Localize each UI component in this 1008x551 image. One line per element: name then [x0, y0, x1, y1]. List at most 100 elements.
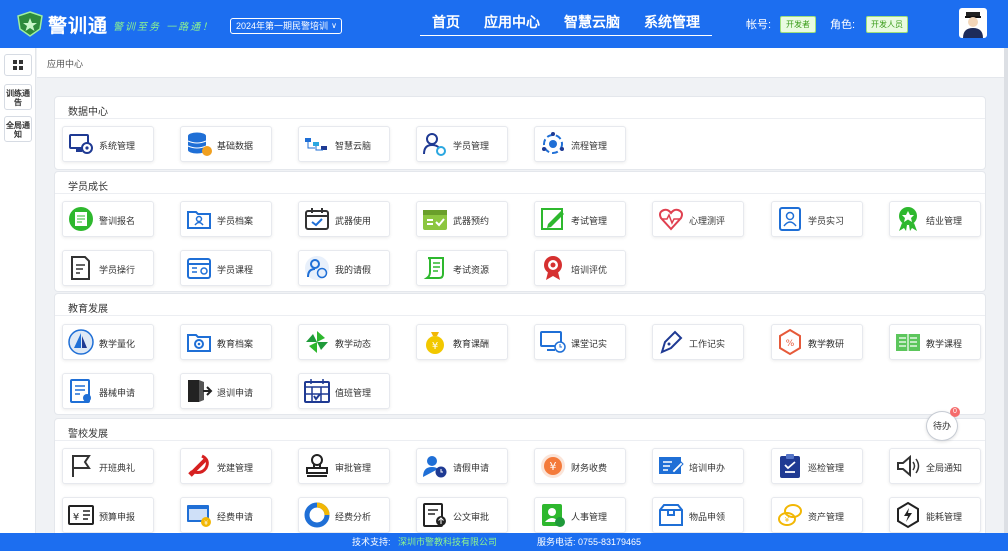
app-student-manage[interactable]: 学员管理	[416, 126, 508, 162]
breadcrumb[interactable]: 应用中心	[47, 57, 83, 70]
calendar-duty-icon	[304, 379, 330, 403]
section-data-center: 数据中心 系统管理 基础数据 智慧云脑 学员管理 流程管理	[54, 96, 986, 170]
app-label: 基础数据	[217, 141, 254, 151]
app-leave-apply[interactable]: 请假申请	[416, 448, 508, 484]
app-asset-manage[interactable]: ¥ 资产管理	[771, 497, 863, 533]
app-work-record[interactable]: 工作记实	[652, 324, 744, 360]
app-graduation[interactable]: 结业管理	[889, 201, 981, 237]
app-approval-manage[interactable]: 审批管理	[298, 448, 390, 484]
svg-text:¥: ¥	[204, 520, 208, 527]
calendar-check-icon	[305, 208, 329, 230]
app-edu-file[interactable]: 教育档案	[180, 324, 272, 360]
app-item-claim[interactable]: 物品申领	[652, 497, 744, 533]
period-select-value: 2024年第一期民警培训	[236, 21, 329, 31]
app-training-apply[interactable]: 培训申办	[652, 448, 744, 484]
app-process-manage[interactable]: 流程管理	[534, 126, 626, 162]
app-psych-test[interactable]: 心理测评	[652, 201, 744, 237]
app-exam-resource[interactable]: 考试资源	[416, 250, 508, 286]
avatar[interactable]	[959, 8, 987, 38]
app-training-signup[interactable]: 警训报名	[62, 201, 154, 237]
exit-door-icon	[188, 380, 213, 402]
app-student-intern[interactable]: 学员实习	[771, 201, 863, 237]
app-duty-manage[interactable]: 值班管理	[298, 373, 390, 409]
nav-system[interactable]: 系统管理	[632, 0, 712, 36]
heart-pulse-icon	[659, 208, 683, 231]
training-period-select[interactable]: 2024年第一期民警培训 ∨	[230, 18, 342, 34]
app-teaching-quant[interactable]: 教学量化	[62, 324, 154, 360]
app-finance-fee[interactable]: ¥ 财务收费	[534, 448, 626, 484]
todo-count-badge: 0	[950, 407, 960, 417]
chevron-down-icon: ∨	[331, 21, 337, 30]
section-education: 教育发展 教学量化 教育档案 教学动态 ¥ 教育课酬 课堂记实 工作记实 % 教…	[54, 293, 986, 415]
app-student-file[interactable]: 学员档案	[180, 201, 272, 237]
app-label: 考试资源	[453, 265, 490, 275]
app-training-excellence[interactable]: 培训评优	[534, 250, 626, 286]
app-opening-ceremony[interactable]: 开班典礼	[62, 448, 154, 484]
process-gear-icon	[542, 132, 564, 154]
app-exam-manage[interactable]: 考试管理	[534, 201, 626, 237]
app-weapon-booking[interactable]: 武器预约	[416, 201, 508, 237]
app-class-record[interactable]: 课堂记实	[534, 324, 626, 360]
svg-text:¥: ¥	[785, 516, 790, 524]
footer-phone: 服务电话: 0755-83179465	[537, 537, 642, 547]
energy-icon	[897, 501, 919, 529]
sidebar-item-global-notice[interactable]: 全局通知	[4, 116, 32, 142]
signup-form-icon	[69, 207, 93, 231]
app-student-conduct[interactable]: 学员操行	[62, 250, 154, 286]
app-hr-manage[interactable]: 人事管理	[534, 497, 626, 533]
folder-gear-icon	[187, 334, 211, 352]
app-label: 经费申请	[217, 512, 254, 522]
app-label: 资产管理	[808, 512, 845, 522]
svg-text:¥: ¥	[432, 341, 438, 352]
app-teaching-course[interactable]: 教学课程	[889, 324, 981, 360]
app-weapon-use[interactable]: 武器使用	[298, 201, 390, 237]
app-party-manage[interactable]: 党建管理	[180, 448, 272, 484]
section-title: 数据中心	[68, 107, 108, 118]
user-clock-icon	[305, 256, 329, 280]
app-fund-analysis[interactable]: 经费分析	[298, 497, 390, 533]
nav-app-center[interactable]: 应用中心	[472, 0, 552, 36]
app-teaching-news[interactable]: 教学动态	[298, 324, 390, 360]
yen-board-icon: ¥	[68, 505, 94, 525]
app-label: 教学教研	[808, 339, 845, 349]
id-badge-icon	[542, 504, 565, 527]
app-budget-declare[interactable]: ¥ 预算申报	[62, 497, 154, 533]
svg-text:¥: ¥	[550, 460, 557, 473]
police-avatar-icon	[963, 12, 983, 38]
app-logo-text: 警训通	[48, 15, 109, 37]
app-label: 物品申领	[689, 512, 726, 522]
app-document-approval[interactable]: 公文审批	[416, 497, 508, 533]
svg-text:%: %	[786, 339, 795, 349]
grid-book-icon	[896, 334, 920, 351]
app-label: 学员管理	[453, 141, 490, 151]
role-label: 角色:	[830, 19, 856, 31]
app-global-notice[interactable]: 全局通知	[889, 448, 981, 484]
app-system-manage[interactable]: 系统管理	[62, 126, 154, 162]
sidebar-app-grid-button[interactable]	[4, 54, 32, 76]
user-gear-icon	[423, 133, 446, 156]
document-edit-icon	[71, 256, 90, 280]
app-quit-apply[interactable]: 退训申请	[180, 373, 272, 409]
money-bag-icon: ¥	[426, 332, 444, 354]
app-label: 智慧云脑	[335, 141, 372, 151]
app-my-leave[interactable]: 我的请假	[298, 250, 390, 286]
app-label: 考试管理	[571, 216, 608, 226]
app-teaching-research[interactable]: % 教学教研	[771, 324, 863, 360]
app-fund-apply[interactable]: ¥ 经费申请	[180, 497, 272, 533]
app-smart-brain[interactable]: 智慧云脑	[298, 126, 390, 162]
user-clock-blue-icon	[423, 456, 447, 478]
app-energy-manage[interactable]: 能耗管理	[889, 497, 981, 533]
monitor-clock-icon	[540, 331, 566, 353]
app-base-data[interactable]: 基础数据	[180, 126, 272, 162]
app-student-course[interactable]: 学员课程	[180, 250, 272, 286]
app-inspection-manage[interactable]: 巡检管理	[771, 448, 863, 484]
nav-home[interactable]: 首页	[420, 0, 472, 36]
sidebar-item-training-notice[interactable]: 训练通告	[4, 84, 32, 110]
nav-smart-brain[interactable]: 智慧云脑	[552, 0, 632, 36]
app-label: 学员操行	[99, 265, 136, 275]
app-teaching-pay[interactable]: ¥ 教育课酬	[416, 324, 508, 360]
app-label: 教育档案	[217, 339, 254, 349]
scrollbar[interactable]	[1004, 48, 1008, 533]
app-label: 心理测评	[689, 216, 726, 226]
app-equipment-apply[interactable]: 器械申请	[62, 373, 154, 409]
